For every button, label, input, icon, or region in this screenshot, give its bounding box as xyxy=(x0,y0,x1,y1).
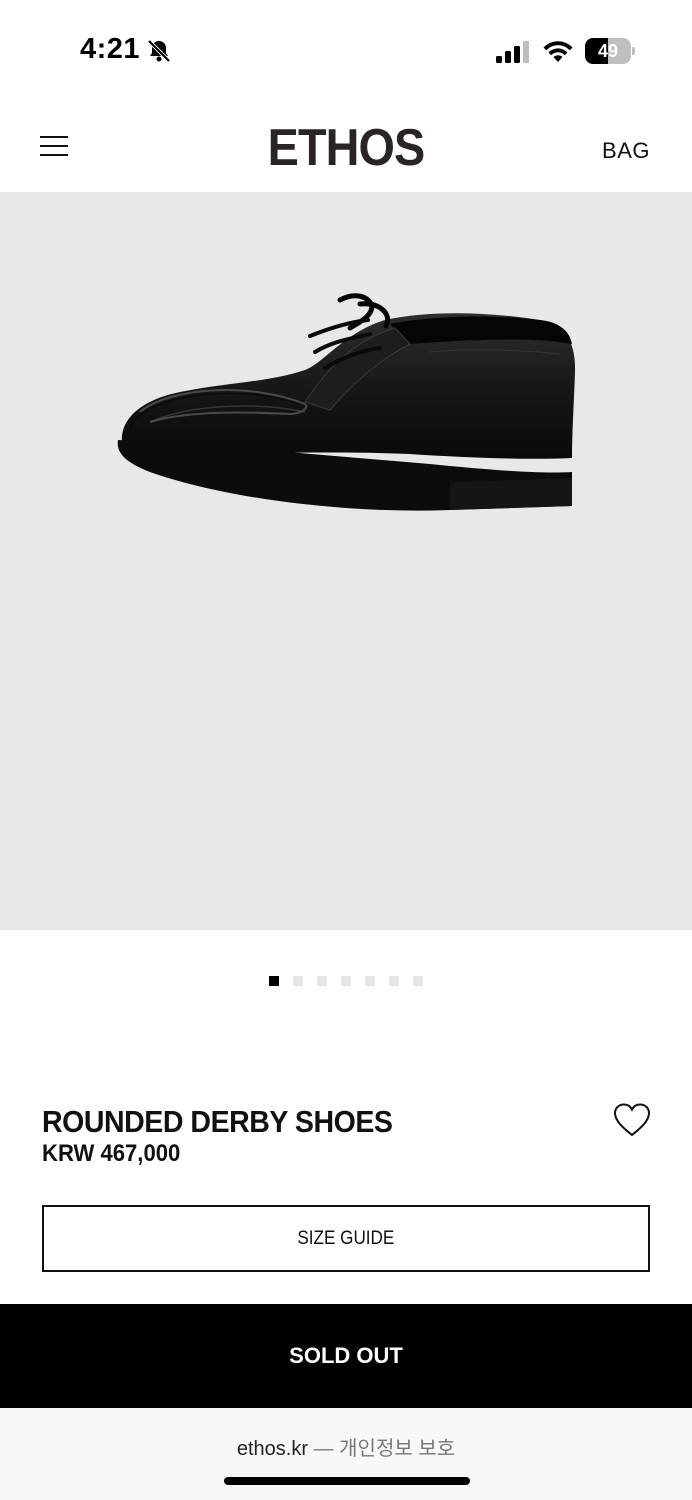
wifi-icon xyxy=(543,41,573,62)
status-bar: 4:21 49 xyxy=(0,0,692,100)
carousel-dot-5[interactable] xyxy=(365,976,375,986)
heart-outline-icon[interactable] xyxy=(612,1102,652,1138)
browser-privacy-label: 개인정보 보호 xyxy=(339,1438,456,1460)
derby-shoe-image xyxy=(117,293,576,511)
bag-link[interactable]: BAG xyxy=(602,138,650,164)
browser-footer: ethos.kr — 개인정보 보호 xyxy=(0,1408,692,1500)
product-price: KRW 467,000 xyxy=(42,1140,181,1167)
site-logo[interactable]: ETHOS xyxy=(35,118,658,178)
carousel-dot-4[interactable] xyxy=(341,976,351,986)
browser-separator: — xyxy=(313,1438,334,1460)
battery-icon: 49 xyxy=(585,38,635,64)
image-carousel-dots xyxy=(0,976,692,988)
size-guide-label: SIZE GUIDE xyxy=(297,1228,395,1249)
site-header: ETHOS BAG xyxy=(0,100,692,192)
carousel-dot-1[interactable] xyxy=(269,976,279,986)
product-name: ROUNDED DERBY SHOES xyxy=(42,1104,393,1139)
carousel-dot-6[interactable] xyxy=(389,976,399,986)
size-guide-button[interactable]: SIZE GUIDE xyxy=(42,1205,650,1272)
carousel-dot-2[interactable] xyxy=(293,976,303,986)
browser-url-bar[interactable]: ethos.kr — 개인정보 보호 xyxy=(0,1432,692,1461)
battery-percentage: 49 xyxy=(597,41,619,61)
browser-domain: ethos.kr xyxy=(236,1438,309,1460)
signal-icon xyxy=(496,41,529,63)
carousel-dot-3[interactable] xyxy=(317,976,327,986)
status-time: 4:21 xyxy=(80,33,141,65)
bell-off-icon xyxy=(147,39,171,63)
carousel-dot-7[interactable] xyxy=(413,976,423,986)
home-indicator[interactable] xyxy=(224,1477,470,1485)
product-image[interactable] xyxy=(0,192,692,930)
sold-out-button[interactable]: SOLD OUT xyxy=(0,1304,692,1408)
